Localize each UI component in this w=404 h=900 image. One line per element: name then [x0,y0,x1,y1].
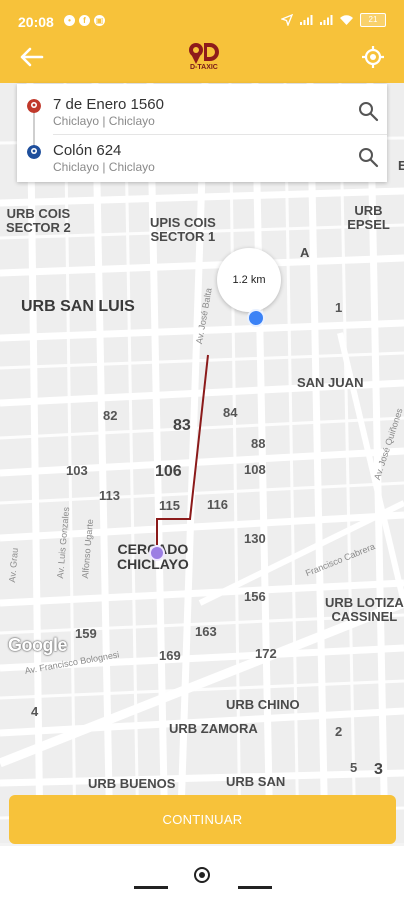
app-bar: 20:08 • f ▣ 21 D-TAXIC [0,0,404,83]
block-number: 5 [350,760,358,775]
nav-back-button[interactable] [134,886,168,889]
destination-field[interactable]: Colón 624 Chiclayo | Chiclayo [17,136,387,182]
origin-subtitle: Chiclayo | Chiclayo [53,114,155,128]
search-icon[interactable] [357,146,379,168]
label-upis-cois: UPIS COIS SECTOR 1 [150,215,216,244]
signal-icon-2 [320,15,333,25]
block-number: 88 [251,436,266,451]
block-number: 3 [374,761,383,778]
origin-pin-icon [27,99,41,113]
wifi-icon [340,15,353,25]
block-number: 159 [75,626,97,641]
label-urb-san-luis: URB SAN LUIS [21,298,135,315]
my-location-icon[interactable] [360,44,386,70]
block-number: 130 [244,531,266,546]
block-number: 82 [103,408,118,423]
signal-icon [300,15,313,25]
origin-field[interactable]: 7 de Enero 1560 Chiclayo | Chiclayo [17,90,387,136]
system-nav-bar [0,846,404,900]
status-time: 20:08 [18,14,54,30]
label-san-juan: SAN JUAN [297,375,364,390]
block-number: 115 [159,498,180,513]
destination-marker[interactable] [247,309,265,327]
block-number: 172 [255,646,277,661]
block-number: 116 [207,497,228,512]
block-number: 113 [99,488,120,503]
label-urb-epsel: URB EPSEL [347,203,390,232]
destination-subtitle: Chiclayo | Chiclayo [53,160,155,174]
destination-title: Colón 624 [53,142,122,159]
battery-icon: 21 [360,13,386,27]
continue-button[interactable]: CONTINUAR [9,795,396,844]
map-view[interactable]: URB COIS SECTOR 2 UPIS COIS SECTOR 1 URB E… [0,83,404,843]
route-card: 7 de Enero 1560 Chiclayo | Chiclayo Coló… [17,84,387,182]
system-icons: 21 [281,13,386,27]
label-urb-san: URB SAN [226,774,286,789]
nav-recents-button[interactable] [238,886,272,889]
label-e: E [398,158,404,173]
notification-icons: • f ▣ [64,15,105,26]
google-watermark: Google [8,635,68,655]
label-urb-buenos: URB BUENOS [88,776,176,791]
block-number: 83 [173,417,191,434]
logo-text: D-TAXIC [190,64,218,71]
image-notification-icon: ▣ [94,15,105,26]
origin-marker[interactable] [149,545,165,561]
label-a: A [300,245,310,260]
destination-pin-icon [27,145,41,159]
status-bar: 20:08 • f ▣ 21 [0,0,404,36]
location-arrow-icon [281,14,293,26]
label-urb-cois: URB COIS SECTOR 2 [6,206,71,235]
block-number: 103 [66,463,88,478]
label-urb-chino: URB CHINO [226,697,300,712]
facebook-icon: f [79,15,90,26]
divider [53,134,387,135]
block-number: 156 [244,589,266,604]
distance-bubble: 1.2 km [217,248,281,312]
block-number: 108 [244,462,266,477]
label-urb-lotiza: URB LOTIZA CASSINEL [325,595,404,624]
block-number: 169 [159,648,181,663]
block-number: 106 [155,463,182,480]
back-arrow-icon[interactable] [16,42,46,72]
nav-home-button[interactable] [194,867,210,883]
block-number: 84 [223,405,238,420]
origin-title: 7 de Enero 1560 [53,96,164,113]
block-number: 2 [335,724,343,739]
app-notification-icon: • [64,15,75,26]
block-number: 163 [195,624,217,639]
block-number: 4 [31,704,39,719]
block-number: 1 [335,300,343,315]
search-icon[interactable] [357,100,379,122]
label-urb-zamora: URB ZAMORA [169,721,258,736]
